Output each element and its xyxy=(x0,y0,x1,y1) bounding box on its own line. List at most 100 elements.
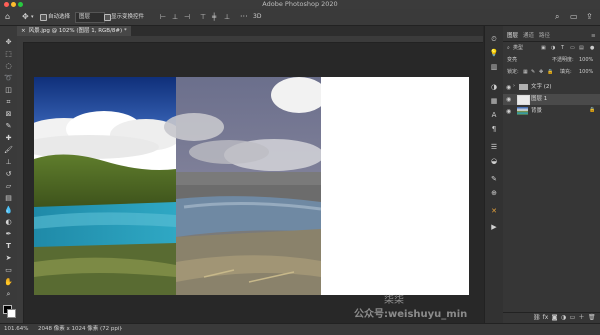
document-tab[interactable]: × 风景.jpg @ 102% (图层 1, RGB/8#) * xyxy=(17,26,131,36)
canvas-area[interactable]: 柒柒 公众号:weishuyu_min xyxy=(24,43,483,323)
actions-panel-icon[interactable]: ▶ xyxy=(489,222,499,232)
document-canvas[interactable] xyxy=(34,77,469,295)
align-middle-icon[interactable]: ╪ xyxy=(212,12,216,22)
add-mask-icon[interactable]: ◙ xyxy=(551,314,558,321)
gradient-tool-icon[interactable]: ▤ xyxy=(3,194,14,203)
zoom-level[interactable]: 101.64% xyxy=(4,325,28,334)
type-tool-icon[interactable]: T xyxy=(3,242,14,251)
blend-mode-select[interactable]: 变亮 xyxy=(507,56,517,65)
align-right-icon[interactable]: ⊣ xyxy=(184,12,190,22)
3d-mode-icon[interactable]: 3D xyxy=(253,12,261,22)
align-left-icon[interactable]: ⊢ xyxy=(160,12,166,22)
marquee-tool-icon[interactable]: ◌ xyxy=(3,62,14,71)
filter-toggle-icon[interactable]: ● xyxy=(590,44,594,53)
frame-tool-icon[interactable]: ⊠ xyxy=(3,110,14,119)
layer-row-background[interactable]: ◉ 背景 🔒 xyxy=(503,106,600,117)
align-center-icon[interactable]: ⊥ xyxy=(172,12,178,22)
share-icon[interactable]: ⇪ xyxy=(586,12,593,22)
visibility-eye-icon[interactable]: ◉ xyxy=(506,95,511,104)
filter-kind-select[interactable]: 类型 xyxy=(513,44,523,53)
layer-row-group[interactable]: ◉ › 文字 (2) xyxy=(503,82,600,93)
auto-select-checkbox[interactable] xyxy=(40,14,47,21)
lock-image-icon[interactable]: ✎ xyxy=(531,68,535,77)
move-tool-icon[interactable]: ✥ xyxy=(3,38,14,47)
pen-tool-icon[interactable]: ✒ xyxy=(3,230,14,239)
layer-row-selected[interactable]: ◉ 图层 1 xyxy=(503,94,600,105)
eraser-tool-icon[interactable]: ▱ xyxy=(3,182,14,191)
layer-thumbnail xyxy=(517,95,530,105)
align-top-icon[interactable]: ⊤ xyxy=(200,12,206,22)
adjustments-panel-icon[interactable]: ◒ xyxy=(489,156,499,166)
link-layers-icon[interactable]: ⛓ xyxy=(533,314,541,321)
align-bottom-icon[interactable]: ⊥ xyxy=(224,12,230,22)
lock-all-icon[interactable]: 🔒 xyxy=(547,68,553,77)
character-panel-icon[interactable]: A xyxy=(489,110,499,120)
learn-panel-icon[interactable]: 💡 xyxy=(489,48,499,58)
visibility-eye-icon[interactable]: ◉ xyxy=(506,107,511,116)
tab-paths[interactable]: 路径 xyxy=(539,31,550,41)
lasso-tool-icon[interactable]: ➰ xyxy=(3,74,14,83)
close-tab-icon[interactable]: × xyxy=(21,28,26,34)
tab-layers[interactable]: 图层 xyxy=(507,31,518,41)
move-tool-preset-icon[interactable]: ✥ xyxy=(22,12,29,22)
layers-panel-footer: ⛓ fx ◙ ◑ ▭ ＋ 🗑 xyxy=(503,312,600,323)
show-transform-checkbox[interactable] xyxy=(104,14,111,21)
chevron-down-icon[interactable]: ▾ xyxy=(31,12,34,22)
tab-channels[interactable]: 通道 xyxy=(523,31,534,41)
group-expand-icon[interactable]: › xyxy=(513,82,515,91)
search-icon[interactable]: ⌕ xyxy=(555,12,559,22)
healing-tool-icon[interactable]: ✚ xyxy=(3,134,14,143)
document-tab-label: 风景.jpg @ 102% (图层 1, RGB/8#) * xyxy=(28,28,127,34)
brush-settings-icon[interactable]: ✎ xyxy=(489,174,499,184)
paragraph-panel-icon[interactable]: ¶ xyxy=(489,124,499,134)
vertical-ruler[interactable] xyxy=(17,42,24,323)
filter-adjustment-icon[interactable]: ◑ xyxy=(551,44,555,53)
lock-position-icon[interactable]: ✥ xyxy=(539,68,543,77)
path-select-tool-icon[interactable]: ➤ xyxy=(3,254,14,263)
history-brush-tool-icon[interactable]: ↺ xyxy=(3,170,14,179)
zoom-tool-icon[interactable]: ⌕ xyxy=(3,290,14,299)
panel-menu-icon[interactable]: ≡ xyxy=(591,31,596,41)
crop-tool-icon[interactable]: ⌗ xyxy=(3,98,14,107)
home-icon[interactable]: ⌂ xyxy=(5,12,10,22)
hand-tool-icon[interactable]: ✋ xyxy=(3,278,14,287)
filter-search-icon[interactable]: ⌕ xyxy=(507,44,510,53)
layer-style-icon[interactable]: fx xyxy=(542,314,549,321)
new-layer-icon[interactable]: ＋ xyxy=(578,314,585,321)
clone-source-icon[interactable]: ⊕ xyxy=(489,188,499,198)
auto-select-target-select[interactable]: 图层 xyxy=(75,12,105,23)
history-panel-icon[interactable]: ⏲ xyxy=(489,34,499,44)
opacity-label: 不透明度: xyxy=(552,57,574,63)
filter-shape-icon[interactable]: ▭ xyxy=(570,44,575,53)
visibility-eye-icon[interactable]: ◉ xyxy=(506,83,511,92)
more-options-icon[interactable]: ··· xyxy=(240,12,248,22)
new-group-icon[interactable]: ▭ xyxy=(569,314,576,321)
tool-presets-icon[interactable]: ✕ xyxy=(489,206,499,216)
filter-pixel-icon[interactable]: ▣ xyxy=(541,44,546,53)
filter-smart-object-icon[interactable]: ▤ xyxy=(579,44,584,53)
artboard-tool-icon[interactable]: ⬚ xyxy=(3,50,14,59)
fill-value[interactable]: 100% xyxy=(579,68,593,77)
brush-tool-icon[interactable]: 🖌 xyxy=(3,146,14,155)
lock-label: 锁定: xyxy=(507,69,519,75)
color-panel-icon[interactable]: ◑ xyxy=(489,82,499,92)
eyedropper-tool-icon[interactable]: ✎ xyxy=(3,122,14,131)
lock-pixels-icon[interactable]: ▦ xyxy=(523,68,528,77)
libraries-panel-icon[interactable]: ▥ xyxy=(489,62,499,72)
document-info[interactable]: 2048 像素 x 1024 像素 (72 ppi) xyxy=(38,325,122,334)
object-select-tool-icon[interactable]: ◫ xyxy=(3,86,14,95)
horizontal-ruler[interactable] xyxy=(17,36,483,43)
rectangle-tool-icon[interactable]: ▭ xyxy=(3,266,14,275)
workspace-icon[interactable]: ▭ xyxy=(570,12,578,22)
opacity-value[interactable]: 100% xyxy=(579,56,593,65)
background-color-swatch[interactable] xyxy=(7,309,16,318)
adjustment-layer-icon[interactable]: ◑ xyxy=(560,314,567,321)
dodge-tool-icon[interactable]: ◐ xyxy=(3,218,14,227)
delete-layer-icon[interactable]: 🗑 xyxy=(588,314,596,321)
blur-tool-icon[interactable]: 💧 xyxy=(3,206,14,215)
filter-type-icon[interactable]: T xyxy=(561,44,564,53)
stamp-tool-icon[interactable]: ⊥ xyxy=(3,158,14,167)
status-menu-icon[interactable]: › xyxy=(120,325,122,334)
properties-panel-icon[interactable]: ☰ xyxy=(489,142,499,152)
swatches-panel-icon[interactable]: ▦ xyxy=(489,96,499,106)
